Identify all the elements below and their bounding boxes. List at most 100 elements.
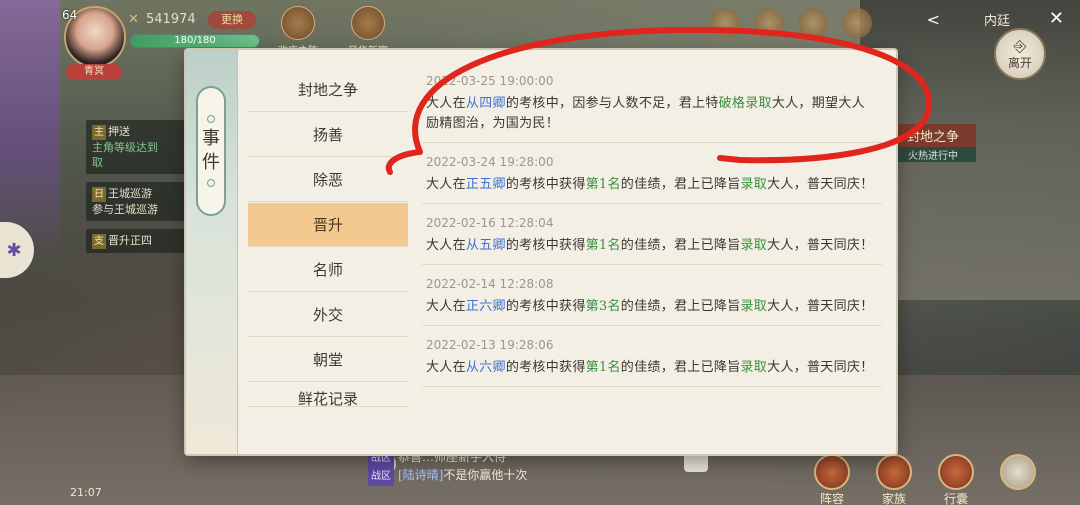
record-item: 2022-02-13 19:28:06 大人在从六卿的考核中获得第1名的佳绩，君… [422, 334, 882, 387]
quest-title: 晋升正四 [108, 234, 152, 247]
chat-line: 战区 [陆诗晴]不是你赢他十次 [368, 466, 678, 486]
msg-text: 的佳绩，君上已降旨 [620, 238, 741, 253]
record-timestamp: 2022-02-16 12:28:04 [426, 216, 554, 230]
record-item: 2022-03-24 19:28:00 大人在正五卿的考核中获得第1名的佳绩，君… [422, 151, 882, 204]
bottom-buttons: 阵容 家族 行囊 [810, 454, 1040, 505]
msg-text: 大人，普天同庆！ [767, 238, 874, 253]
stamina-text: 180/180 [174, 35, 216, 46]
clock: 21:07 [70, 486, 102, 499]
grid-icon [1000, 454, 1036, 490]
family-button[interactable]: 家族 [872, 454, 916, 505]
category-promote-good[interactable]: 扬善 [248, 113, 408, 157]
msg-placement: 第3名 [585, 299, 621, 314]
record-timestamp: 2022-02-14 12:28:08 [426, 277, 554, 291]
msg-placement: 第1名 [585, 360, 621, 375]
power-icon: ✕ [128, 12, 139, 27]
camera-icon[interactable] [684, 452, 708, 472]
msg-text: 的佳绩，君上已降旨 [620, 177, 741, 192]
msg-text: 的考核中获得 [505, 177, 586, 192]
msg-rank: 正五卿 [465, 177, 506, 192]
record-message: 大人在正五卿的考核中获得第1名的佳绩，君上已降旨录取大人，普天同庆！ [426, 175, 878, 195]
record-timestamp: 2022-03-24 19:28:00 [426, 155, 554, 169]
record-timestamp: 2022-02-13 19:28:06 [426, 338, 554, 352]
modal-spine: 事 件 [186, 50, 238, 454]
lineup-icon [814, 454, 850, 490]
record-message: 大人在从六卿的考核中获得第1名的佳绩，君上已降旨录取大人，普天同庆！ [426, 358, 878, 378]
category-court[interactable]: 朝堂 [248, 338, 408, 382]
quest-title: 押送 [108, 125, 130, 138]
event-record-modal: 事 件 封地之争 扬善 除恶 晋升 名师 外交 朝堂 鲜花记录 2022-03-… [186, 50, 896, 454]
stamina-bar: 180/180 [130, 34, 260, 48]
msg-text: 的考核中获得 [505, 238, 586, 253]
door-icon: ⎆ [1013, 36, 1027, 55]
event-banner-title: 封地之争 [890, 124, 976, 147]
quest-desc: 参与王城巡游 [92, 203, 158, 216]
msg-text: 大人在 [426, 96, 466, 111]
quest-item[interactable]: 支晋升正四 [86, 229, 186, 253]
record-item: 2022-02-16 12:28:04 大人在从五卿的考核中获得第1名的佳绩，君… [422, 212, 882, 265]
back-arrow-icon[interactable]: < [927, 10, 940, 29]
family-icon [876, 454, 912, 490]
category-list: 封地之争 扬善 除恶 晋升 名师 外交 朝堂 鲜花记录 [248, 68, 408, 410]
player-level: 64 [62, 8, 78, 22]
leave-button[interactable]: ⎆ 离开 [994, 28, 1046, 80]
events-tab-label: 件 [202, 152, 220, 173]
msg-text: 的佳绩，君上已降旨 [620, 299, 741, 314]
category-promotion[interactable]: 晋升 [248, 203, 408, 247]
record-item: 2022-02-14 12:28:08 大人在正六卿的考核中获得第3名的佳绩，君… [422, 273, 882, 326]
decor-dot [207, 179, 215, 187]
msg-rank: 从六卿 [465, 360, 506, 375]
msg-text: 大人，普天同庆！ [767, 177, 874, 192]
decoration-icon[interactable] [798, 8, 828, 38]
record-list: 2022-03-25 19:00:00 大人在从四卿的考核中，因参与人数不足，君… [422, 70, 882, 442]
decoration-icon[interactable] [754, 8, 784, 38]
quest-item[interactable]: 日王城巡游 参与王城巡游 [86, 182, 186, 221]
decoration-icon[interactable] [710, 8, 740, 38]
msg-highlight: 录取 [740, 360, 768, 375]
change-button[interactable]: 更换 [208, 11, 256, 29]
events-tab[interactable]: 事 件 [196, 86, 226, 216]
lineup-button[interactable]: 阵容 [810, 454, 854, 505]
category-flower-record[interactable]: 鲜花记录 [248, 383, 408, 408]
msg-text: 大人在 [426, 238, 466, 253]
pinwheel-icon: ✱ [6, 239, 22, 261]
msg-highlight: 录取 [740, 299, 768, 314]
close-icon[interactable]: ✕ [1049, 8, 1064, 29]
msg-placement: 第1名 [585, 238, 621, 253]
bag-icon [938, 454, 974, 490]
category-punish-evil[interactable]: 除恶 [248, 158, 408, 202]
msg-text: 大人在 [426, 360, 466, 375]
wisteria-tree [0, 0, 60, 260]
record-item: 2022-03-25 19:00:00 大人在从四卿的考核中，因参与人数不足，君… [422, 70, 882, 143]
msg-highlight: 录取 [740, 177, 768, 192]
events-tab-label: 事 [202, 128, 220, 149]
chat-sender: [陆诗晴] [398, 468, 444, 482]
quest-desc: 取 [92, 156, 103, 169]
category-famous-teacher[interactable]: 名师 [248, 248, 408, 292]
chat-text: 不是你赢他十次 [443, 468, 528, 482]
quest-item[interactable]: 主押送 主角等级达到 取 [86, 120, 186, 174]
msg-text: 的佳绩，君上已降旨 [620, 360, 741, 375]
menu-grid-button[interactable] [996, 454, 1040, 505]
msg-text: 的考核中，因参与人数不足，君上特 [505, 96, 719, 111]
category-diplomacy[interactable]: 外交 [248, 293, 408, 337]
record-message: 大人在正六卿的考核中获得第3名的佳绩，君上已降旨录取大人，普天同庆！ [426, 297, 878, 317]
event-banner-status: 火热进行中 [890, 147, 976, 162]
bag-button[interactable]: 行囊 [934, 454, 978, 505]
msg-highlight: 录取 [740, 238, 768, 253]
msg-text: 的考核中获得 [505, 299, 586, 314]
category-fief-war[interactable]: 封地之争 [248, 68, 408, 112]
quest-tracker: 主押送 主角等级达到 取 日王城巡游 参与王城巡游 支晋升正四 [86, 120, 186, 261]
banquet-icon [351, 6, 385, 40]
player-name: 青冥 [66, 64, 122, 80]
event-banner[interactable]: 封地之争 火热进行中 [890, 124, 976, 168]
msg-rank: 正六卿 [465, 299, 506, 314]
bottom-button-label: 家族 [881, 492, 906, 505]
msg-text: 的考核中获得 [505, 360, 586, 375]
decoration-icon[interactable] [842, 8, 872, 38]
quest-desc: 主角等级达到 [92, 141, 158, 154]
quest-title: 王城巡游 [108, 187, 152, 200]
msg-placement: 第1名 [585, 177, 621, 192]
msg-text: 大人在 [426, 299, 466, 314]
msg-rank: 从五卿 [465, 238, 506, 253]
